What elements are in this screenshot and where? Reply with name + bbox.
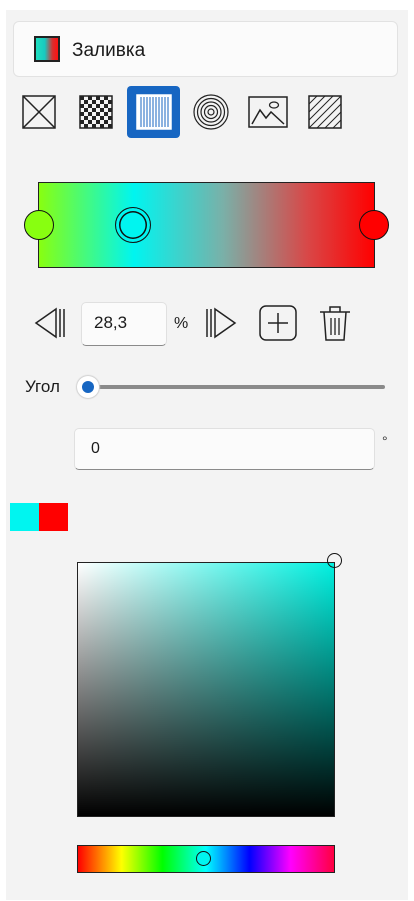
hatch-fill-button[interactable] [301,88,349,136]
angle-slider-track[interactable] [88,385,385,389]
image-fill-icon [248,96,288,128]
linear-gradient-fill-button[interactable] [127,86,180,138]
plus-icon [259,305,297,341]
saturation-value-handle[interactable] [327,553,342,568]
hatch-fill-icon [308,95,342,129]
fill-header[interactable]: Заливка [13,21,398,77]
pattern-fill-icon [79,95,113,129]
next-stop-button[interactable] [204,305,238,341]
recent-color-cyan[interactable] [10,503,39,531]
angle-input[interactable]: 0 [74,428,375,470]
fill-title: Заливка [72,40,146,61]
pattern-fill-button[interactable] [72,88,120,136]
previous-stop-button[interactable] [34,305,68,341]
recent-color-red[interactable] [39,503,68,531]
next-stop-icon [206,307,237,339]
stop-position-unit: % [174,315,189,332]
gradient-stop-end[interactable] [359,210,389,240]
saturation-value-picker[interactable] [77,562,335,817]
no-fill-icon [22,95,56,129]
radial-gradient-fill-button[interactable] [187,88,235,136]
gradient-stop-selected[interactable] [115,207,151,243]
angle-slider-thumb[interactable] [77,376,99,398]
add-stop-button[interactable] [258,305,298,341]
radial-gradient-fill-icon [193,94,229,130]
no-fill-button[interactable] [15,88,63,136]
previous-stop-icon [34,307,65,339]
fill-preview-swatch [34,36,60,62]
angle-label: Угол [25,377,60,396]
image-fill-button[interactable] [244,88,292,136]
trash-icon [320,306,350,341]
delete-stop-button[interactable] [318,304,352,342]
gradient-preview-bar[interactable] [38,182,375,268]
angle-unit: ° [382,433,388,449]
gradient-stop-start[interactable] [24,210,54,240]
hue-slider-handle[interactable] [196,851,211,866]
stop-position-input[interactable]: 28,3 [81,302,167,346]
linear-gradient-fill-icon [135,94,172,130]
